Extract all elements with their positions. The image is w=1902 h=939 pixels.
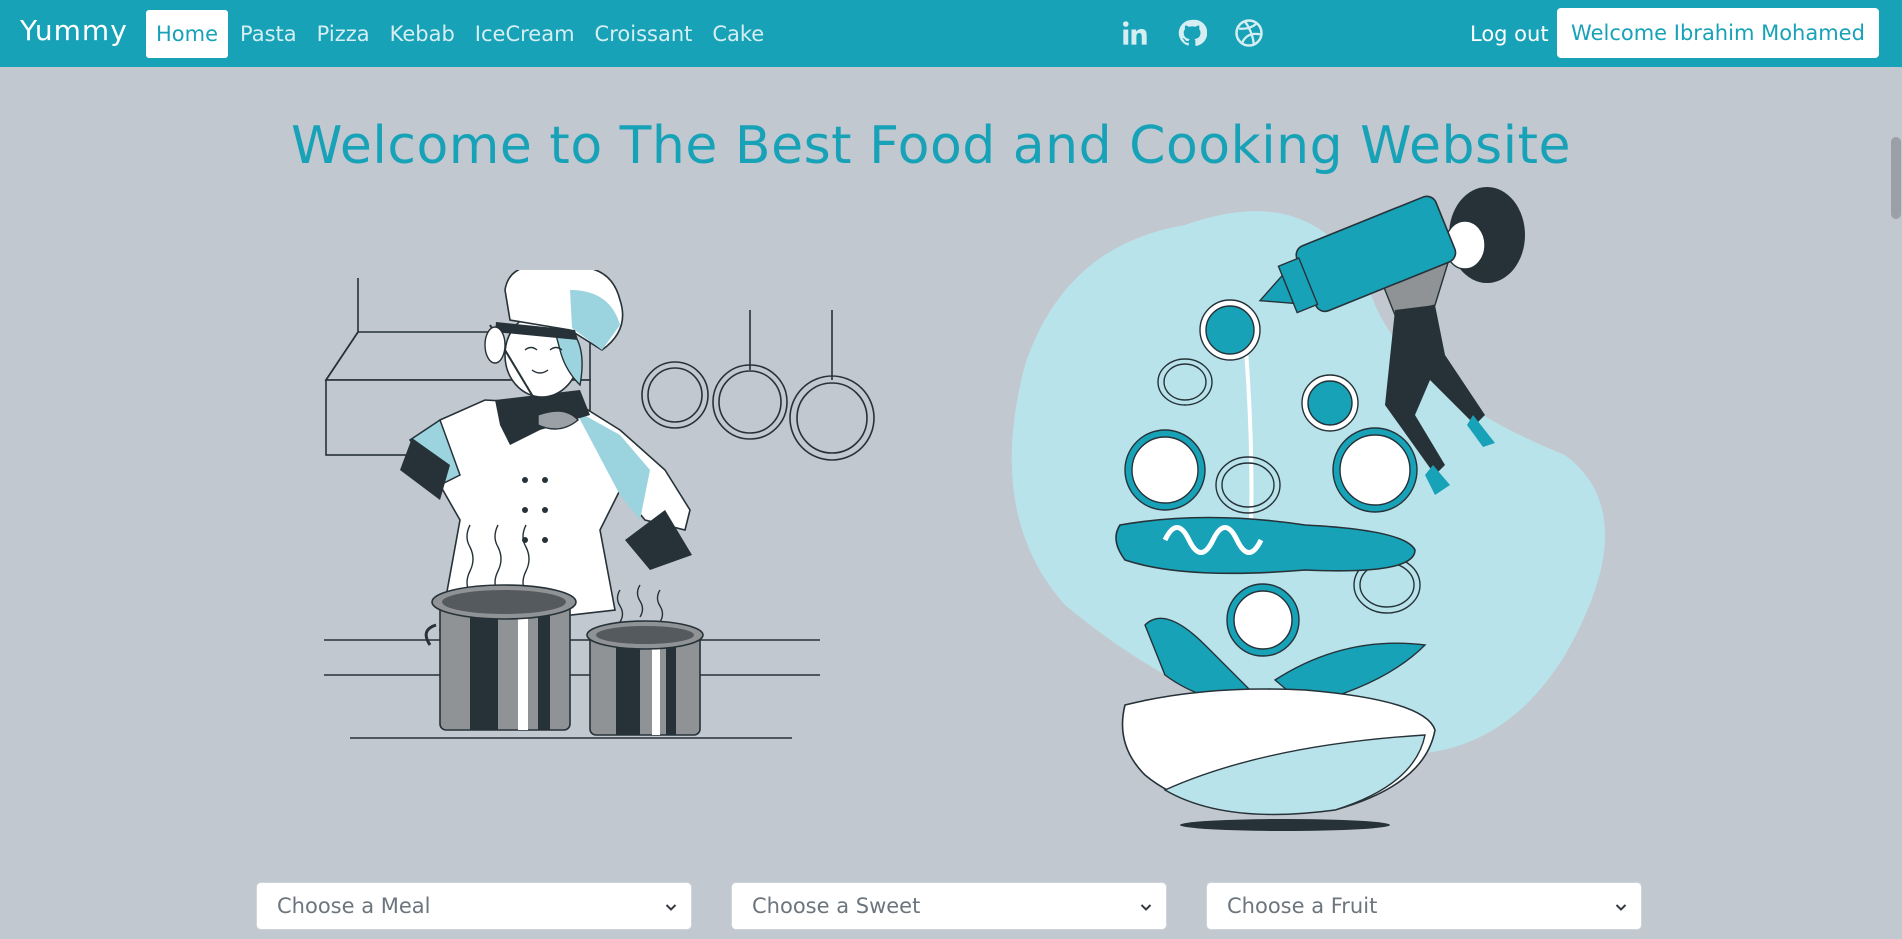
social-links: [1118, 16, 1266, 50]
sweet-select-value: Choose a Sweet: [752, 894, 921, 918]
logout-link[interactable]: Log out: [1470, 10, 1549, 58]
meal-select-value: Choose a Meal: [277, 894, 431, 918]
linkedin-icon[interactable]: [1118, 16, 1152, 50]
chevron-down-icon: [1140, 904, 1152, 911]
nav-link-home[interactable]: Home: [146, 10, 229, 58]
brand-logo[interactable]: Yummy: [20, 14, 128, 47]
nav-link-croissant[interactable]: Croissant: [595, 10, 693, 58]
meal-select[interactable]: Choose a Meal: [256, 882, 692, 930]
nav-link-cake[interactable]: Cake: [712, 10, 764, 58]
fruit-select[interactable]: Choose a Fruit: [1206, 882, 1642, 930]
chevron-down-icon: [1615, 904, 1627, 911]
nav-link-icecream[interactable]: IceCream: [475, 10, 575, 58]
dribbble-icon[interactable]: [1232, 16, 1266, 50]
nav-links: Home Pasta Pizza Kebab IceCream Croissan…: [146, 10, 784, 58]
fruit-select-value: Choose a Fruit: [1227, 894, 1378, 918]
nav-link-pizza[interactable]: Pizza: [317, 10, 370, 58]
chef-illustration: [324, 270, 875, 739]
hotdog-illustration: [1011, 187, 1605, 831]
nav-link-kebab[interactable]: Kebab: [390, 10, 455, 58]
page-scrollbar[interactable]: [1890, 67, 1902, 939]
navbar: Yummy Home Pasta Pizza Kebab IceCream Cr…: [0, 0, 1902, 67]
sweet-select[interactable]: Choose a Sweet: [731, 882, 1167, 930]
nav-link-pasta[interactable]: Pasta: [240, 10, 297, 58]
page-title: Welcome to The Best Food and Cooking Web…: [291, 116, 1571, 176]
welcome-user-button[interactable]: Welcome Ibrahim Mohamed: [1557, 8, 1879, 58]
scrollbar-thumb[interactable]: [1891, 137, 1901, 219]
github-icon[interactable]: [1175, 16, 1209, 50]
chevron-down-icon: [665, 904, 677, 911]
